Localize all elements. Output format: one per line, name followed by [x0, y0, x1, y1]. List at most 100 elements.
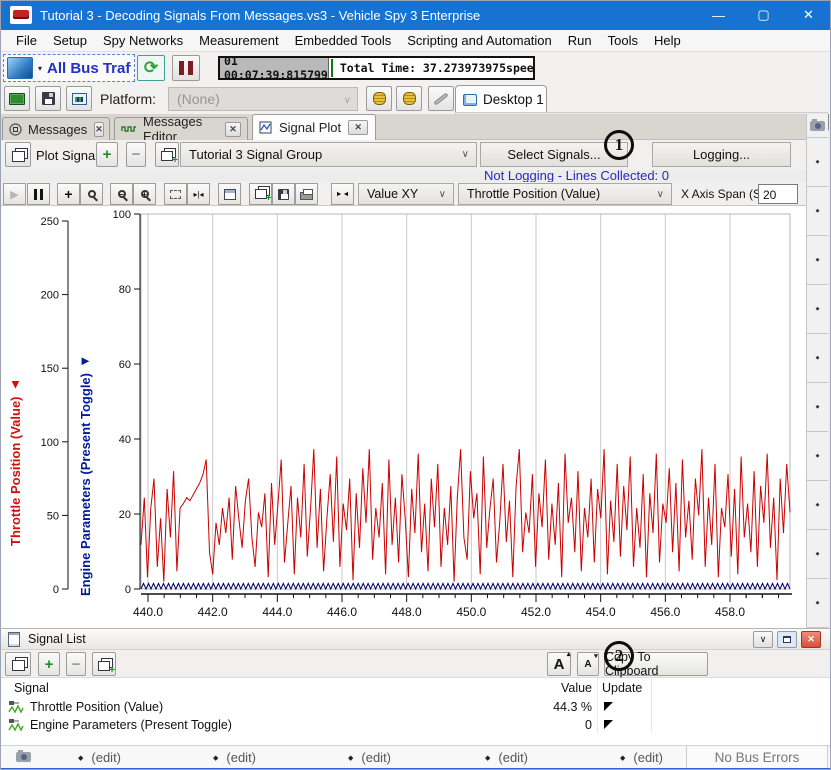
- signal-plot-chart[interactable]: 050100150200250020406080100440.0442.0444…: [0, 206, 806, 628]
- dock-button[interactable]: ◆: [807, 432, 828, 481]
- pause-button[interactable]: [172, 55, 200, 81]
- desktop-tab[interactable]: Desktop 1: [455, 85, 547, 113]
- status-edit-slot[interactable]: ◆ (edit): [213, 750, 256, 765]
- plot-canvas[interactable]: 050100150200250020406080100440.0442.0444…: [0, 206, 806, 628]
- copy-plot-button[interactable]: [155, 142, 179, 167]
- capture-icon[interactable]: [16, 752, 31, 762]
- zoom-in-button[interactable]: +: [133, 183, 156, 205]
- bus-mode-group: ▾ All Bus Traffic: [3, 54, 135, 82]
- timer-value: 01 00:07:39:815799: [220, 58, 329, 78]
- status-edit-slot[interactable]: ◆ (edit): [485, 750, 528, 765]
- zoom-cursor-button[interactable]: [80, 183, 103, 205]
- column-signal[interactable]: Signal: [14, 681, 49, 695]
- hardware-button[interactable]: [4, 86, 30, 111]
- pan-crosshair-button[interactable]: +: [57, 183, 80, 205]
- tab-messages[interactable]: Messages ✕: [2, 117, 110, 140]
- dock-button[interactable]: ◆: [807, 481, 828, 530]
- tab-signal-plot[interactable]: Signal Plot ✕: [252, 114, 376, 140]
- signal-list-close-button[interactable]: ✕: [801, 631, 821, 648]
- menu-embedded-tools[interactable]: Embedded Tools: [287, 30, 400, 51]
- logging-status-text: Not Logging - Lines Collected: 0: [484, 168, 814, 183]
- x-axis-span-input[interactable]: 20: [758, 184, 798, 204]
- table-row[interactable]: Throttle Position (Value) 44.3 %: [0, 698, 831, 716]
- column-value[interactable]: Value: [472, 681, 592, 695]
- dock-button[interactable]: ◆: [807, 579, 828, 628]
- menu-run[interactable]: Run: [560, 30, 600, 51]
- menu-bar: File Setup Spy Networks Measurement Embe…: [0, 30, 831, 52]
- plot-print-button[interactable]: [295, 183, 318, 205]
- remove-plot-button[interactable]: −: [126, 142, 146, 167]
- active-signal-select[interactable]: Throttle Position (Value) ∨: [458, 183, 672, 205]
- dock-button[interactable]: ◆: [807, 334, 828, 383]
- plot-properties-button[interactable]: [218, 183, 241, 205]
- column-update[interactable]: Update: [602, 681, 642, 695]
- select-region-button[interactable]: [164, 183, 187, 205]
- dock-button[interactable]: ◆: [807, 187, 828, 236]
- plot-mode-select[interactable]: Value XY ∨: [358, 183, 454, 205]
- play-dropdown-icon[interactable]: ▾: [33, 57, 47, 79]
- plot-pause-button[interactable]: [27, 183, 50, 205]
- maximize-button[interactable]: ▢: [741, 0, 786, 30]
- tab-messages-editor-close-icon[interactable]: ✕: [225, 122, 241, 137]
- sl-windows-button[interactable]: [5, 652, 31, 676]
- logging-button[interactable]: Logging...: [652, 142, 791, 167]
- dock-button[interactable]: ◆: [807, 285, 828, 334]
- signal-list-menu-button[interactable]: ∨: [753, 631, 773, 648]
- font-decrease-button[interactable]: A: [577, 652, 599, 676]
- menu-tools[interactable]: Tools: [600, 30, 646, 51]
- dock-button[interactable]: ◆: [807, 383, 828, 432]
- pause-icon: [179, 61, 184, 75]
- sl-remove-button[interactable]: −: [66, 652, 86, 676]
- capture-icon[interactable]: [807, 114, 828, 138]
- online-play-button[interactable]: [7, 57, 33, 79]
- refresh-button[interactable]: ⟳: [137, 55, 165, 81]
- markers-button[interactable]: ▸|◂: [187, 183, 210, 205]
- title-bar: Tutorial 3 - Decoding Signals From Messa…: [0, 0, 831, 30]
- vehicle-networks-button[interactable]: [66, 86, 92, 111]
- restore-icon: [783, 636, 791, 643]
- tools-button[interactable]: [428, 86, 454, 111]
- menu-help[interactable]: Help: [646, 30, 689, 51]
- menu-scripting-automation[interactable]: Scripting and Automation: [399, 30, 560, 51]
- svg-text:458.0: 458.0: [715, 605, 745, 619]
- status-edit-slot[interactable]: ◆ (edit): [620, 750, 663, 765]
- status-edit-slot[interactable]: ◆ (edit): [78, 750, 121, 765]
- plot-play-button[interactable]: ▶: [3, 183, 26, 205]
- bullet-icon: ◆: [485, 754, 490, 762]
- tab-signal-plot-close-icon[interactable]: ✕: [348, 120, 368, 135]
- plot-save-button[interactable]: [272, 183, 295, 205]
- dock-button[interactable]: ◆: [807, 530, 828, 579]
- menu-measurement[interactable]: Measurement: [191, 30, 286, 51]
- tab-messages-editor[interactable]: Messages Editor ✕: [114, 117, 248, 140]
- bullet-icon: ◆: [620, 754, 625, 762]
- database-export-button[interactable]: [396, 86, 422, 111]
- print-icon: [300, 192, 313, 200]
- dock-button[interactable]: ◆: [807, 236, 828, 285]
- signal-group-select[interactable]: Tutorial 3 Signal Group ∨: [180, 142, 477, 167]
- save-setup-button[interactable]: [35, 86, 61, 111]
- minimize-button[interactable]: —: [696, 0, 741, 30]
- signal-list-restore-button[interactable]: [777, 631, 797, 648]
- axis-snap-button[interactable]: ►◄: [331, 183, 354, 205]
- svg-text:450.0: 450.0: [456, 605, 486, 619]
- menu-setup[interactable]: Setup: [45, 30, 95, 51]
- font-increase-button[interactable]: A: [547, 652, 571, 676]
- close-button[interactable]: ✕: [786, 0, 831, 30]
- menu-file[interactable]: File: [8, 30, 45, 51]
- database-button[interactable]: [366, 86, 392, 111]
- plot-windows-button[interactable]: [5, 142, 31, 167]
- sl-add-button[interactable]: +: [38, 652, 60, 676]
- tab-messages-close-icon[interactable]: ✕: [94, 122, 104, 137]
- platform-select[interactable]: (None) ∨: [168, 87, 358, 111]
- status-edit-slot[interactable]: ◆ (edit): [348, 750, 391, 765]
- zoom-cursor-icon: [88, 190, 96, 198]
- dock-button[interactable]: ◆: [807, 138, 828, 187]
- menu-spy-networks[interactable]: Spy Networks: [95, 30, 191, 51]
- bus-mode-label[interactable]: All Bus Traffic: [47, 60, 131, 77]
- table-row[interactable]: Engine Parameters (Present Toggle) 0: [0, 716, 831, 734]
- sl-copy-button[interactable]: [92, 652, 116, 676]
- plot-copy-button[interactable]: [249, 183, 272, 205]
- zoom-out-button[interactable]: −: [110, 183, 133, 205]
- bullet-icon: ◆: [348, 754, 353, 762]
- add-plot-button[interactable]: +: [96, 142, 118, 167]
